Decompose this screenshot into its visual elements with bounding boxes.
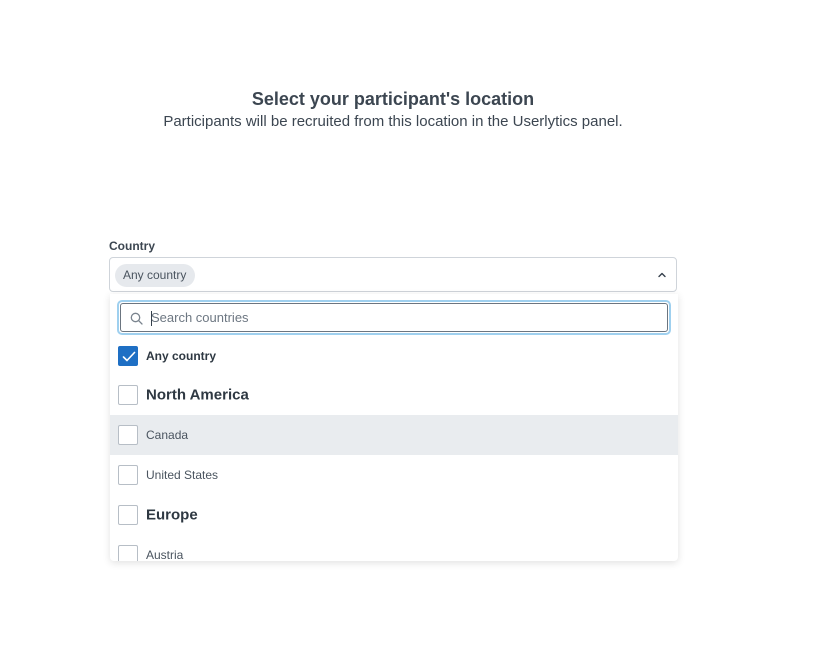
option-label: Canada <box>146 428 189 442</box>
checkbox[interactable] <box>118 465 138 485</box>
text-caret <box>151 311 152 326</box>
checkbox[interactable] <box>118 385 138 405</box>
group-label: North America <box>146 386 249 404</box>
search-icon <box>130 312 143 325</box>
country-select[interactable]: Any country <box>109 257 677 292</box>
country-options-list: Any country North America Canada United … <box>110 337 678 561</box>
country-dropdown: Any country North America Canada United … <box>110 294 678 561</box>
checkbox-checked[interactable] <box>118 346 138 366</box>
option-austria[interactable]: Austria <box>110 535 678 561</box>
option-label: Austria <box>146 548 184 561</box>
option-label: Any country <box>146 349 217 363</box>
option-any-country[interactable]: Any country <box>110 337 678 375</box>
search-box[interactable] <box>120 303 668 332</box>
selected-country-chip[interactable]: Any country <box>115 264 196 287</box>
option-group-north-america[interactable]: North America <box>110 375 678 415</box>
country-field: Country Any country <box>109 238 677 292</box>
search-focus-ring <box>117 300 671 335</box>
checkbox[interactable] <box>118 425 138 445</box>
chevron-up-icon[interactable] <box>656 269 668 281</box>
option-canada[interactable]: Canada <box>110 415 678 455</box>
country-field-label: Country <box>109 239 155 253</box>
checkbox[interactable] <box>118 545 138 561</box>
option-label: United States <box>146 468 219 482</box>
page-subtitle: Participants will be recruited from this… <box>163 113 623 130</box>
checkmark-icon <box>122 351 136 362</box>
page-header: Select your participant's location Parti… <box>0 88 786 132</box>
option-united-states[interactable]: United States <box>110 455 678 495</box>
page-title: Select your participant's location <box>251 89 535 109</box>
page: Select your participant's location Parti… <box>0 0 828 658</box>
search-countries-input[interactable] <box>151 304 631 331</box>
option-group-europe[interactable]: Europe <box>110 495 678 535</box>
group-label: Europe <box>146 506 198 524</box>
checkbox[interactable] <box>118 505 138 525</box>
